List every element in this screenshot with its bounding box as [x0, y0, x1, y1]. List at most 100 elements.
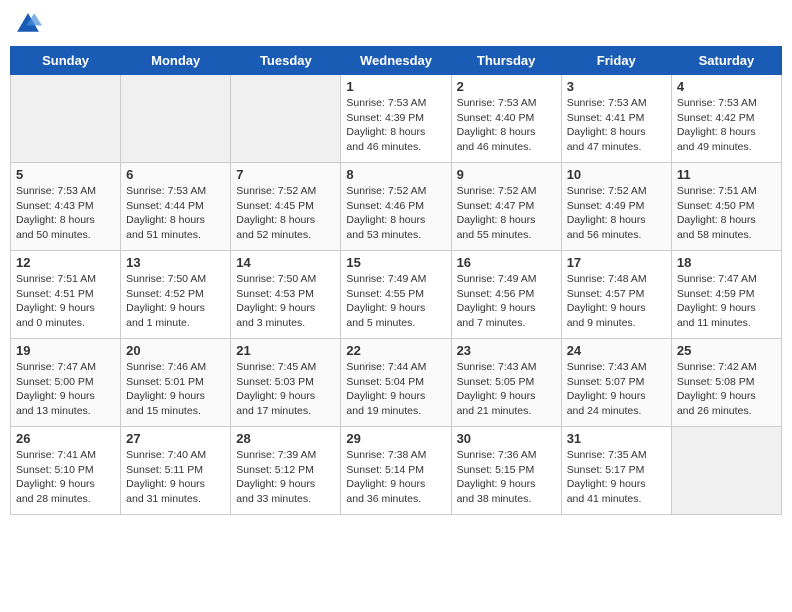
cell-info: Sunrise: 7:43 AMSunset: 5:05 PMDaylight:… — [457, 360, 556, 419]
page-header — [10, 10, 782, 38]
cell-info: Sunrise: 7:49 AMSunset: 4:56 PMDaylight:… — [457, 272, 556, 331]
calendar-cell: 12 Sunrise: 7:51 AMSunset: 4:51 PMDayligh… — [11, 251, 121, 339]
calendar-cell: 19 Sunrise: 7:47 AMSunset: 5:00 PMDayligh… — [11, 339, 121, 427]
cell-info: Sunrise: 7:40 AMSunset: 5:11 PMDaylight:… — [126, 448, 225, 507]
day-number: 10 — [567, 167, 666, 182]
calendar-cell: 18 Sunrise: 7:47 AMSunset: 4:59 PMDayligh… — [671, 251, 781, 339]
day-number: 1 — [346, 79, 445, 94]
cell-info: Sunrise: 7:48 AMSunset: 4:57 PMDaylight:… — [567, 272, 666, 331]
cell-info: Sunrise: 7:38 AMSunset: 5:14 PMDaylight:… — [346, 448, 445, 507]
day-header-thursday: Thursday — [451, 47, 561, 75]
cell-info: Sunrise: 7:46 AMSunset: 5:01 PMDaylight:… — [126, 360, 225, 419]
week-row-5: 26Sunrise: 7:41 AMSunset: 5:10 PMDayligh… — [11, 427, 782, 515]
day-number: 8 — [346, 167, 445, 182]
calendar-cell: 9Sunrise: 7:52 AMSunset: 4:47 PMDaylight… — [451, 163, 561, 251]
calendar-cell: 13 Sunrise: 7:50 AMSunset: 4:52 PMDayligh… — [121, 251, 231, 339]
cell-info: Sunrise: 7:42 AMSunset: 5:08 PMDaylight:… — [677, 360, 776, 419]
day-number: 18 — [677, 255, 776, 270]
cell-info: Sunrise: 7:52 AMSunset: 4:45 PMDaylight:… — [236, 184, 335, 243]
calendar-cell: 25 Sunrise: 7:42 AMSunset: 5:08 PMDayligh… — [671, 339, 781, 427]
cell-info: Sunrise: 7:53 AMSunset: 4:39 PMDaylight:… — [346, 96, 445, 155]
day-number: 13 — [126, 255, 225, 270]
cell-info: Sunrise: 7:39 AMSunset: 5:12 PMDaylight:… — [236, 448, 335, 507]
day-number: 17 — [567, 255, 666, 270]
day-number: 16 — [457, 255, 556, 270]
cell-info: Sunrise: 7:53 AMSunset: 4:43 PMDaylight:… — [16, 184, 115, 243]
day-number: 11 — [677, 167, 776, 182]
logo-icon — [14, 10, 42, 38]
day-number: 12 — [16, 255, 115, 270]
calendar-cell: 7 Sunrise: 7:52 AMSunset: 4:45 PMDaylight… — [231, 163, 341, 251]
day-number: 15 — [346, 255, 445, 270]
calendar-cell: 23 Sunrise: 7:43 AMSunset: 5:05 PMDayligh… — [451, 339, 561, 427]
cell-info: Sunrise: 7:47 AMSunset: 4:59 PMDaylight:… — [677, 272, 776, 331]
cell-info: Sunrise: 7:51 AMSunset: 4:50 PMDaylight:… — [677, 184, 776, 243]
cell-info: Sunrise: 7:53 AMSunset: 4:40 PMDaylight:… — [457, 96, 556, 155]
day-number: 23 — [457, 343, 556, 358]
day-number: 2 — [457, 79, 556, 94]
day-header-saturday: Saturday — [671, 47, 781, 75]
day-number: 25 — [677, 343, 776, 358]
day-number: 6 — [126, 167, 225, 182]
day-number: 5 — [16, 167, 115, 182]
calendar-cell: 1 Sunrise: 7:53 AMSunset: 4:39 PMDaylight… — [341, 75, 451, 163]
day-header-wednesday: Wednesday — [341, 47, 451, 75]
calendar-cell: 10 Sunrise: 7:52 AMSunset: 4:49 PMDayligh… — [561, 163, 671, 251]
calendar-cell: 21 Sunrise: 7:45 AMSunset: 5:03 PMDayligh… — [231, 339, 341, 427]
cell-info: Sunrise: 7:53 AMSunset: 4:42 PMDaylight:… — [677, 96, 776, 155]
logo — [14, 10, 46, 38]
calendar-cell: 31 Sunrise: 7:35 AMSunset: 5:17 PMDayligh… — [561, 427, 671, 515]
calendar-cell: 4Sunrise: 7:53 AMSunset: 4:42 PMDaylight… — [671, 75, 781, 163]
cell-info: Sunrise: 7:36 AMSunset: 5:15 PMDaylight:… — [457, 448, 556, 507]
cell-info: Sunrise: 7:35 AMSunset: 5:17 PMDaylight:… — [567, 448, 666, 507]
cell-info: Sunrise: 7:51 AMSunset: 4:51 PMDaylight:… — [16, 272, 115, 331]
cell-info: Sunrise: 7:47 AMSunset: 5:00 PMDaylight:… — [16, 360, 115, 419]
calendar-cell: 14Sunrise: 7:50 AMSunset: 4:53 PMDayligh… — [231, 251, 341, 339]
calendar-cell: 8Sunrise: 7:52 AMSunset: 4:46 PMDaylight… — [341, 163, 451, 251]
calendar-cell: 3 Sunrise: 7:53 AMSunset: 4:41 PMDaylight… — [561, 75, 671, 163]
calendar-cell: 28 Sunrise: 7:39 AMSunset: 5:12 PMDayligh… — [231, 427, 341, 515]
cell-info: Sunrise: 7:53 AMSunset: 4:44 PMDaylight:… — [126, 184, 225, 243]
cell-info: Sunrise: 7:49 AMSunset: 4:55 PMDaylight:… — [346, 272, 445, 331]
calendar-cell — [11, 75, 121, 163]
cell-info: Sunrise: 7:45 AMSunset: 5:03 PMDaylight:… — [236, 360, 335, 419]
cell-info: Sunrise: 7:52 AMSunset: 4:49 PMDaylight:… — [567, 184, 666, 243]
day-header-monday: Monday — [121, 47, 231, 75]
calendar-cell: 5 Sunrise: 7:53 AMSunset: 4:43 PMDaylight… — [11, 163, 121, 251]
calendar-cell: 6 Sunrise: 7:53 AMSunset: 4:44 PMDaylight… — [121, 163, 231, 251]
calendar-cell: 30 Sunrise: 7:36 AMSunset: 5:15 PMDayligh… — [451, 427, 561, 515]
day-number: 9 — [457, 167, 556, 182]
day-number: 26 — [16, 431, 115, 446]
day-number: 28 — [236, 431, 335, 446]
day-number: 3 — [567, 79, 666, 94]
calendar-cell: 29 Sunrise: 7:38 AMSunset: 5:14 PMDayligh… — [341, 427, 451, 515]
day-number: 20 — [126, 343, 225, 358]
calendar-cell: 17 Sunrise: 7:48 AMSunset: 4:57 PMDayligh… — [561, 251, 671, 339]
cell-info: Sunrise: 7:53 AMSunset: 4:41 PMDaylight:… — [567, 96, 666, 155]
calendar-cell: 24Sunrise: 7:43 AMSunset: 5:07 PMDayligh… — [561, 339, 671, 427]
week-row-4: 19 Sunrise: 7:47 AMSunset: 5:00 PMDayligh… — [11, 339, 782, 427]
calendar-cell: 27Sunrise: 7:40 AMSunset: 5:11 PMDayligh… — [121, 427, 231, 515]
calendar-cell: 11 Sunrise: 7:51 AMSunset: 4:50 PMDayligh… — [671, 163, 781, 251]
cell-info: Sunrise: 7:50 AMSunset: 4:53 PMDaylight:… — [236, 272, 335, 331]
day-number: 30 — [457, 431, 556, 446]
calendar-cell — [231, 75, 341, 163]
header-row: SundayMondayTuesdayWednesdayThursdayFrid… — [11, 47, 782, 75]
day-header-sunday: Sunday — [11, 47, 121, 75]
day-header-friday: Friday — [561, 47, 671, 75]
calendar-cell: 16 Sunrise: 7:49 AMSunset: 4:56 PMDayligh… — [451, 251, 561, 339]
cell-info: Sunrise: 7:44 AMSunset: 5:04 PMDaylight:… — [346, 360, 445, 419]
calendar-cell: 22 Sunrise: 7:44 AMSunset: 5:04 PMDayligh… — [341, 339, 451, 427]
calendar-cell: 15 Sunrise: 7:49 AMSunset: 4:55 PMDayligh… — [341, 251, 451, 339]
cell-info: Sunrise: 7:50 AMSunset: 4:52 PMDaylight:… — [126, 272, 225, 331]
day-number: 31 — [567, 431, 666, 446]
day-number: 21 — [236, 343, 335, 358]
day-number: 22 — [346, 343, 445, 358]
calendar-cell: 20 Sunrise: 7:46 AMSunset: 5:01 PMDayligh… — [121, 339, 231, 427]
day-number: 7 — [236, 167, 335, 182]
week-row-2: 5 Sunrise: 7:53 AMSunset: 4:43 PMDaylight… — [11, 163, 782, 251]
day-number: 29 — [346, 431, 445, 446]
week-row-3: 12 Sunrise: 7:51 AMSunset: 4:51 PMDayligh… — [11, 251, 782, 339]
calendar-cell: 2 Sunrise: 7:53 AMSunset: 4:40 PMDaylight… — [451, 75, 561, 163]
day-number: 19 — [16, 343, 115, 358]
